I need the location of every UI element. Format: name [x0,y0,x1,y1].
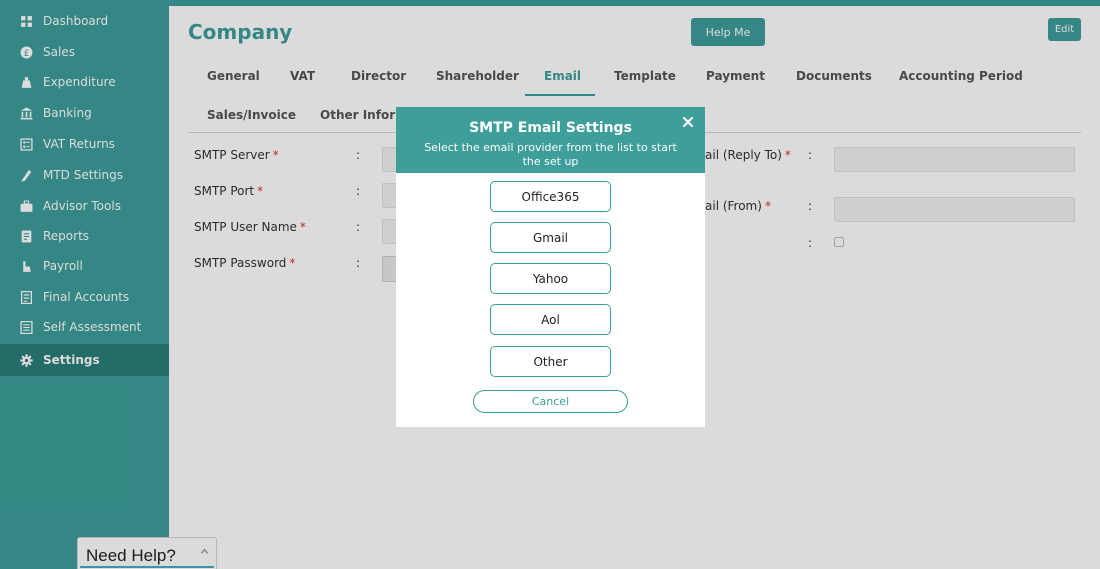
modal-subtitle: Select the email provider from the list … [424,141,677,168]
office365-button[interactable]: Office365 [490,181,611,212]
yahoo-button[interactable]: Yahoo [490,263,611,294]
modal-header: SMTP Email Settings Select the email pro… [396,107,705,173]
gmail-button[interactable]: Gmail [490,222,611,253]
smtp-email-settings-modal: SMTP Email Settings Select the email pro… [396,107,705,427]
aol-button[interactable]: Aol [490,304,611,335]
close-icon[interactable] [681,115,695,129]
other-provider-button[interactable]: Other [490,346,611,377]
modal-title: SMTP Email Settings [469,120,632,136]
cancel-button[interactable]: Cancel [473,390,628,413]
